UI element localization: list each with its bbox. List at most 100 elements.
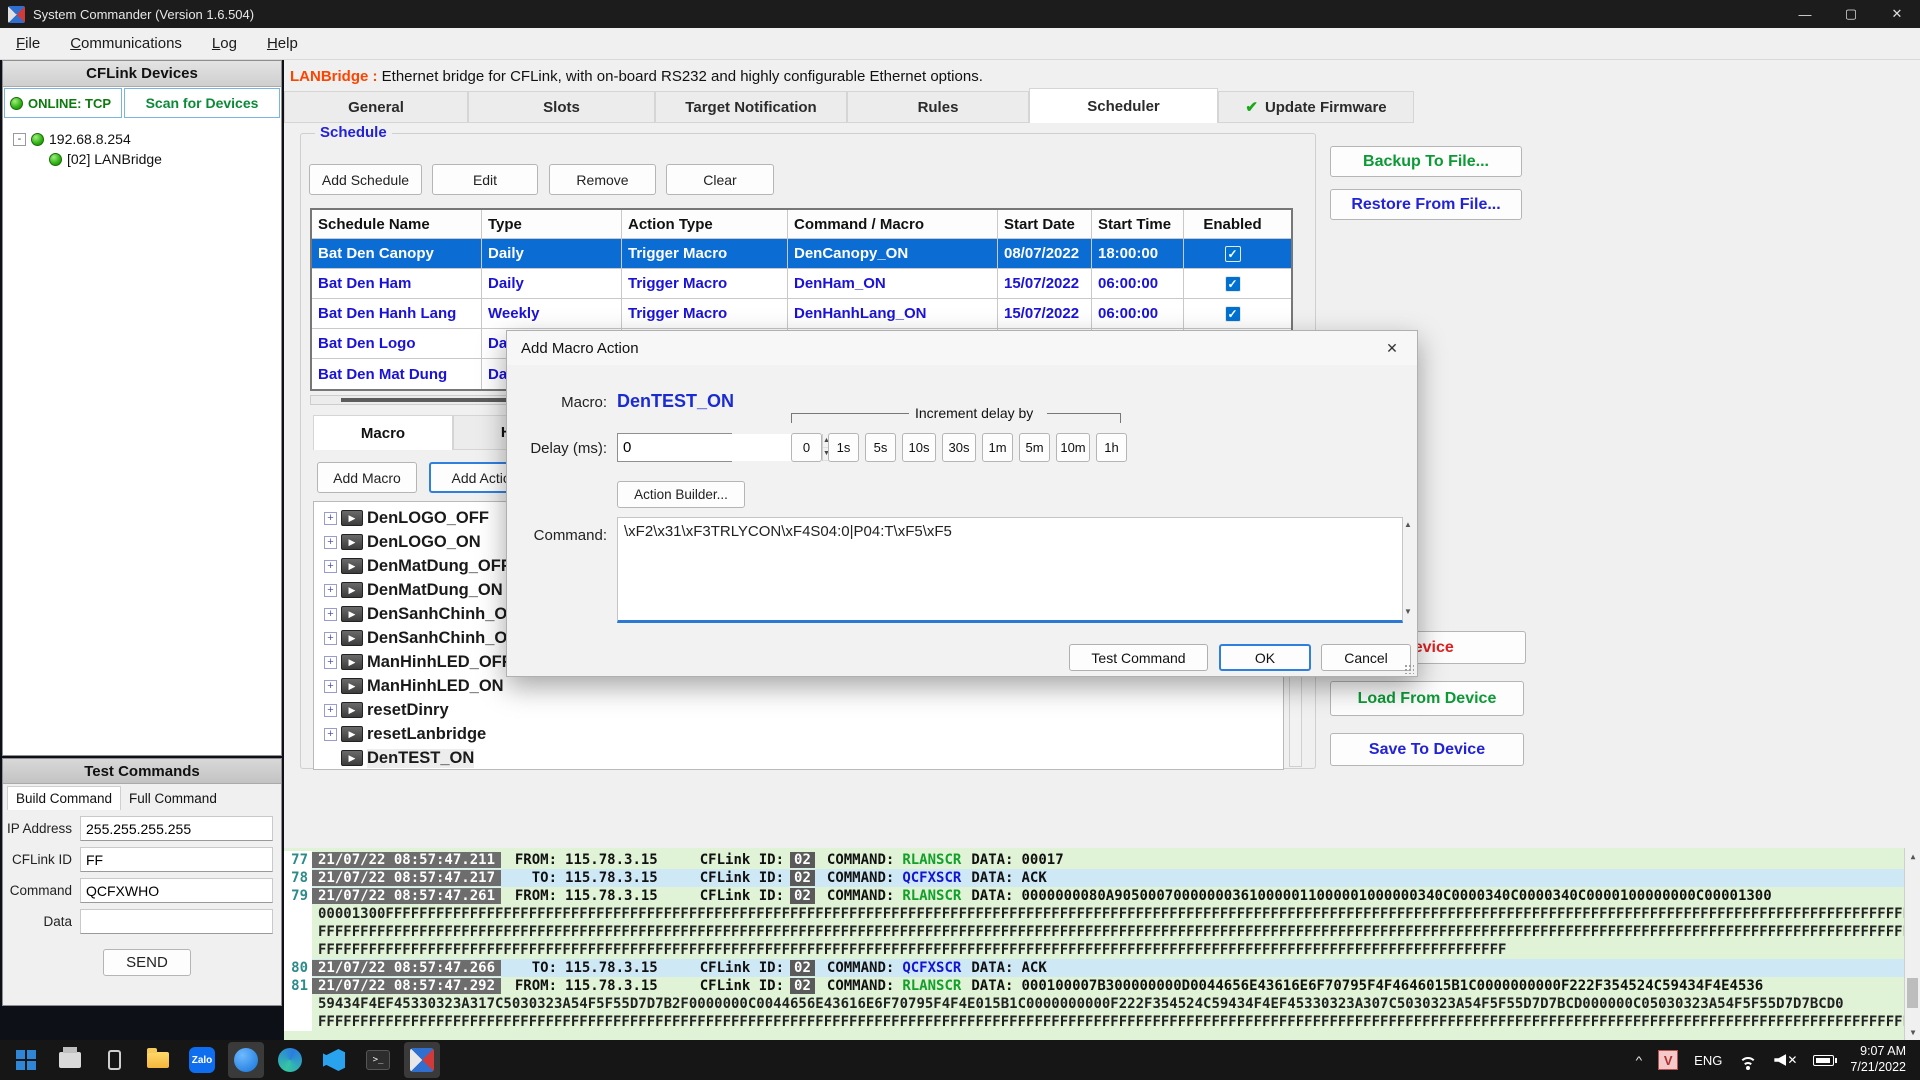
load-from-device-button[interactable]: Load From Device xyxy=(1330,681,1524,716)
scroll-up-icon[interactable]: ▲ xyxy=(1401,520,1415,532)
dialog-close-icon[interactable]: ✕ xyxy=(1377,337,1407,359)
expand-icon[interactable]: + xyxy=(324,704,337,717)
maximize-button[interactable]: ▢ xyxy=(1828,0,1874,28)
send-button[interactable]: SEND xyxy=(103,949,191,976)
expand-icon[interactable]: + xyxy=(324,584,337,597)
add-macro-button[interactable]: Add Macro xyxy=(317,462,417,493)
macro-tree-item-selected[interactable]: ▶DenTEST_ON xyxy=(324,746,1283,770)
log-row[interactable]: 77 21/07/22 08:57:47.211 FROM: 115.78.3.… xyxy=(284,851,1904,869)
log-row[interactable]: 78 21/07/22 08:57:47.217 TO: 115.78.3.15… xyxy=(284,869,1904,887)
tab-scheduler[interactable]: Scheduler xyxy=(1029,88,1218,123)
expand-icon[interactable]: + xyxy=(324,728,337,741)
tab-target-notification[interactable]: Target Notification xyxy=(655,91,847,123)
delay-10m-button[interactable]: 10m xyxy=(1056,433,1090,462)
scroll-up-icon[interactable]: ▲ xyxy=(1905,848,1920,864)
taskbar-system-commander-app[interactable] xyxy=(404,1042,440,1078)
dialog-titlebar[interactable]: Add Macro Action xyxy=(507,331,1417,365)
clear-schedule-button[interactable]: Clear xyxy=(666,164,774,195)
cancel-button[interactable]: Cancel xyxy=(1321,644,1411,671)
cflink-id-field[interactable] xyxy=(80,847,273,872)
close-button[interactable]: ✕ xyxy=(1874,0,1920,28)
tray-clock[interactable]: 9:07 AM 7/21/2022 xyxy=(1850,1044,1906,1075)
delay-5s-button[interactable]: 5s xyxy=(865,433,896,462)
ip-address-field[interactable] xyxy=(80,816,273,841)
log-row[interactable]: 81 21/07/22 08:57:47.292 FROM: 115.78.3.… xyxy=(284,977,1904,995)
menu-log[interactable]: Log xyxy=(212,35,237,52)
menu-file[interactable]: File xyxy=(16,35,40,52)
tray-chevron-icon[interactable]: ^ xyxy=(1636,1054,1643,1067)
taskbar-file-explorer[interactable] xyxy=(140,1042,176,1078)
start-button[interactable] xyxy=(8,1042,44,1078)
delay-0-button[interactable]: 0 xyxy=(791,433,822,462)
delay-10s-button[interactable]: 10s xyxy=(902,433,936,462)
taskbar-edge-browser[interactable] xyxy=(272,1042,308,1078)
enabled-checkbox[interactable]: ✓ xyxy=(1225,246,1241,262)
menu-help[interactable]: Help xyxy=(267,35,298,52)
language-indicator[interactable]: ENG xyxy=(1694,1053,1722,1068)
device-tree-child[interactable]: [02] LANBridge xyxy=(13,149,281,169)
table-row[interactable]: Bat Den Hanh Lang Weekly Trigger Macro D… xyxy=(312,299,1291,329)
taskbar-phone-app[interactable] xyxy=(96,1042,132,1078)
taskbar-printer-app[interactable] xyxy=(52,1042,88,1078)
enabled-checkbox[interactable]: ✓ xyxy=(1225,306,1241,322)
delay-1h-button[interactable]: 1h xyxy=(1096,433,1127,462)
data-field[interactable] xyxy=(80,909,273,934)
expand-icon[interactable]: + xyxy=(324,536,337,549)
expand-icon[interactable]: + xyxy=(324,512,337,525)
edit-schedule-button[interactable]: Edit xyxy=(432,164,538,195)
command-field[interactable] xyxy=(80,878,273,903)
macro-tree-item[interactable]: +▶ManHinhLED_ON xyxy=(324,674,1283,698)
log-scrollbar[interactable]: ▲ ▼ xyxy=(1904,848,1920,1040)
taskbar-blue-app[interactable] xyxy=(228,1042,264,1078)
tab-macro[interactable]: Macro xyxy=(313,415,453,450)
backup-to-file-button[interactable]: Backup To File... xyxy=(1330,146,1522,177)
expand-icon[interactable]: + xyxy=(324,680,337,693)
delay-30s-button[interactable]: 30s xyxy=(942,433,976,462)
resize-grip[interactable] xyxy=(1404,664,1414,674)
delay-1m-button[interactable]: 1m xyxy=(982,433,1013,462)
delay-1s-button[interactable]: 1s xyxy=(828,433,859,462)
scroll-down-icon[interactable]: ▼ xyxy=(1905,1024,1920,1040)
tab-build-command[interactable]: Build Command xyxy=(7,786,121,810)
enabled-checkbox[interactable]: ✓ xyxy=(1225,276,1241,292)
menu-communications[interactable]: Communications xyxy=(70,35,182,52)
add-schedule-button[interactable]: Add Schedule xyxy=(309,164,422,195)
tab-update-firmware[interactable]: ✔ Update Firmware xyxy=(1218,91,1414,123)
log-row[interactable]: 79 21/07/22 08:57:47.261 FROM: 115.78.3.… xyxy=(284,887,1904,905)
command-input[interactable]: \xF2\x31\xF3TRLYCON\xF4S04:0|P04:T\xF5\x… xyxy=(617,517,1403,623)
expand-icon[interactable]: + xyxy=(324,608,337,621)
remove-schedule-button[interactable]: Remove xyxy=(549,164,656,195)
taskbar-zalo-app[interactable]: Zalo xyxy=(184,1042,220,1078)
expand-icon[interactable]: + xyxy=(324,656,337,669)
device-summary: Ethernet bridge for CFLink, with on-boar… xyxy=(382,68,983,85)
collapse-icon[interactable]: - xyxy=(13,133,26,146)
wifi-icon[interactable] xyxy=(1738,1053,1758,1068)
macro-tree-item[interactable]: +▶resetDinry xyxy=(324,698,1283,722)
expand-icon[interactable]: + xyxy=(324,632,337,645)
expand-icon[interactable]: + xyxy=(324,560,337,573)
action-builder-button[interactable]: Action Builder... xyxy=(617,481,745,508)
minimize-button[interactable]: — xyxy=(1782,0,1828,28)
battery-icon[interactable] xyxy=(1813,1055,1834,1066)
tab-rules[interactable]: Rules xyxy=(847,91,1029,123)
save-to-device-button[interactable]: Save To Device xyxy=(1330,733,1524,766)
ok-button[interactable]: OK xyxy=(1219,644,1311,671)
volume-muted-icon[interactable]: ✕ xyxy=(1774,1053,1797,1067)
scan-for-devices-button[interactable]: Scan for Devices xyxy=(124,88,280,118)
table-row[interactable]: Bat Den Canopy Daily Trigger Macro DenCa… xyxy=(312,239,1291,269)
scrollbar-thumb[interactable] xyxy=(1907,978,1918,1008)
log-row[interactable]: 80 21/07/22 08:57:47.266 TO: 115.78.3.15… xyxy=(284,959,1904,977)
taskbar-vscode-app[interactable] xyxy=(316,1042,352,1078)
scroll-down-icon[interactable]: ▼ xyxy=(1401,607,1415,619)
test-command-button[interactable]: Test Command xyxy=(1069,644,1208,671)
restore-from-file-button[interactable]: Restore From File... xyxy=(1330,189,1522,220)
device-tree-root[interactable]: - 192.68.8.254 xyxy=(13,129,281,149)
delay-5m-button[interactable]: 5m xyxy=(1019,433,1050,462)
tab-general[interactable]: General xyxy=(284,91,468,123)
table-row[interactable]: Bat Den Ham Daily Trigger Macro DenHam_O… xyxy=(312,269,1291,299)
tab-full-command[interactable]: Full Command xyxy=(121,787,225,810)
taskbar-terminal-app[interactable]: >_ xyxy=(360,1042,396,1078)
tab-slots[interactable]: Slots xyxy=(468,91,655,123)
tray-v-app-icon[interactable]: V xyxy=(1658,1050,1678,1070)
macro-tree-item[interactable]: +▶resetLanbridge xyxy=(324,722,1283,746)
